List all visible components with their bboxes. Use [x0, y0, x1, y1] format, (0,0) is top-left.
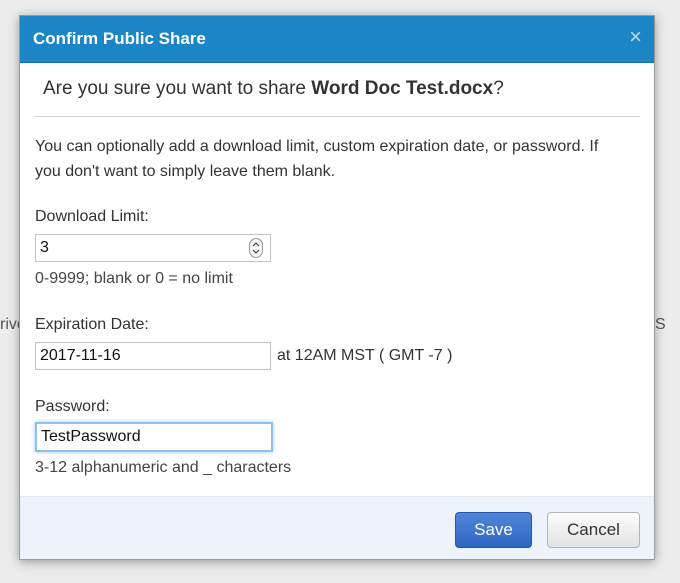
dialog-footer: Save Cancel: [20, 496, 654, 559]
confirm-share-dialog: Confirm Public Share × Are you sure you …: [19, 15, 655, 560]
save-button[interactable]: Save: [455, 512, 532, 548]
expiration-timezone-text: at 12AM MST ( GMT -7 ): [277, 347, 453, 364]
download-limit-input[interactable]: [35, 234, 271, 262]
download-limit-hint: 0-9999; blank or 0 = no limit: [35, 270, 233, 287]
spinner-arrows-icon[interactable]: [249, 238, 263, 258]
dialog-title: Confirm Public Share: [33, 29, 206, 48]
download-limit-label: Download Limit:: [35, 208, 149, 225]
intro-text: You can optionally add a download limit,…: [35, 138, 599, 180]
share-filename: Word Doc Test.docx: [311, 78, 494, 99]
expiration-date-input[interactable]: [35, 342, 271, 370]
background-text-fragment: S: [655, 316, 666, 333]
password-input[interactable]: [35, 422, 273, 452]
divider: [35, 116, 640, 117]
cancel-button[interactable]: Cancel: [547, 512, 640, 548]
dialog-header: Confirm Public Share ×: [20, 16, 654, 63]
close-icon[interactable]: ×: [629, 25, 642, 49]
password-hint: 3-12 alphanumeric and _ characters: [35, 459, 292, 476]
question-suffix: ?: [493, 78, 504, 99]
share-question: Are you sure you want to share Word Doc …: [43, 78, 504, 100]
question-prefix: Are you sure you want to share: [43, 78, 312, 99]
password-label: Password:: [35, 398, 110, 415]
expiration-date-label: Expiration Date:: [35, 316, 149, 333]
